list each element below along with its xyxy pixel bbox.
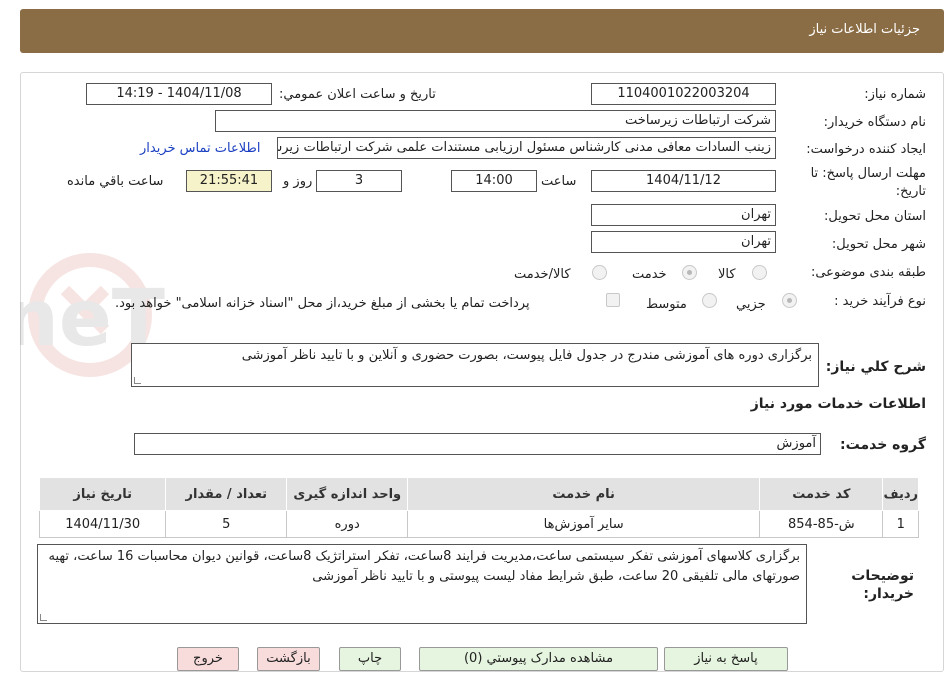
buyer-notes-label: توضیحات — [851, 568, 914, 584]
need-number-field: 1104001022003204 — [591, 83, 776, 105]
process-radio-medium[interactable] — [702, 293, 717, 308]
print-button[interactable]: چاپ — [339, 647, 401, 671]
creator-field: زینب السادات معافی مدنی کارشناس مسئول ار… — [277, 137, 776, 159]
table-row: 1 ش-85-854 سایر آموزش‌ها دوره 5 1404/11/… — [38, 510, 919, 538]
remaining-time-label: ساعت باقي مانده — [67, 174, 164, 189]
need-number-label: شماره نیاز: — [864, 87, 926, 102]
buyer-org-label: نام دستگاه خریدار: — [823, 115, 926, 130]
back-button[interactable]: بازگشت — [257, 647, 320, 671]
resize-grip-icon[interactable] — [134, 377, 141, 384]
cell-service-code: ش-85-854 — [759, 510, 884, 538]
reply-button[interactable]: پاسخ به نیاز — [664, 647, 788, 671]
treasury-payment-note: پرداخت تمام یا بخشی از مبلغ خرید،از محل … — [115, 296, 530, 311]
cell-unit: دوره — [286, 510, 409, 538]
description-textarea[interactable]: برگزاری دوره های آموزشی مندرج در جدول فا… — [131, 343, 819, 387]
process-option-medium: متوسط — [646, 297, 687, 312]
city-field: تهران — [591, 231, 776, 253]
col-header-service-code: کد خدمت — [759, 477, 884, 511]
cell-row-number: 1 — [882, 510, 919, 538]
announce-date-field: 1404/11/08 - 14:19 — [86, 83, 272, 105]
col-header-service-name: نام خدمت — [407, 477, 761, 511]
deadline-time-label: ساعت — [541, 174, 577, 189]
deadline-label-date: تاریخ: — [895, 184, 926, 199]
table-header-row: ردیف کد خدمت نام خدمت واحد اندازه گیری ت… — [38, 477, 919, 511]
days-label: روز و — [283, 174, 313, 189]
cell-need-date: 1404/11/30 — [38, 510, 167, 538]
page-header: جزئیات اطلاعات نیاز — [20, 9, 944, 53]
days-field: 3 — [316, 170, 402, 192]
services-section-title: اطلاعات خدمات مورد نیاز — [750, 396, 926, 412]
announce-label: تاریخ و ساعت اعلان عمومي: — [279, 87, 436, 102]
service-group-label: گروه خدمت: — [840, 437, 926, 453]
category-option-goods: کالا — [718, 267, 736, 282]
page-title: جزئیات اطلاعات نیاز — [809, 22, 920, 37]
deadline-time-field: 14:00 — [451, 170, 537, 192]
col-header-quantity: تعداد / مقدار — [165, 477, 288, 511]
category-radio-goods-service[interactable] — [592, 265, 607, 280]
category-option-service: خدمت — [632, 267, 667, 282]
cell-service-name: سایر آموزش‌ها — [407, 510, 761, 538]
province-label: استان محل تحویل: — [824, 209, 926, 224]
buyer-contact-link[interactable]: اطلاعات تماس خریدار — [140, 141, 260, 156]
resize-grip-icon[interactable] — [40, 614, 47, 621]
cell-quantity: 5 — [165, 510, 288, 538]
view-attachments-button[interactable]: مشاهده مدارک پیوستي (0) — [419, 647, 658, 671]
category-radio-service[interactable] — [682, 265, 697, 280]
buyer-org-field: شرکت ارتباطات زیرساخت — [215, 110, 776, 132]
buyer-notes-label-2: خریدار: — [863, 586, 914, 602]
process-radio-minor[interactable] — [782, 293, 797, 308]
treasury-payment-checkbox[interactable] — [606, 293, 620, 307]
category-radio-goods[interactable] — [752, 265, 767, 280]
col-header-unit: واحد اندازه گیری — [286, 477, 409, 511]
remaining-time-field: 21:55:41 — [186, 170, 272, 192]
city-label: شهر محل تحویل: — [831, 237, 926, 252]
deadline-label: مهلت ارسال پاسخ: تا — [810, 166, 926, 181]
col-header-row-number: ردیف — [882, 477, 919, 511]
description-text: برگزاری دوره های آموزشی مندرج در جدول فا… — [241, 348, 812, 363]
process-option-minor: جزيي — [736, 297, 766, 312]
province-field: تهران — [591, 204, 776, 226]
process-type-label: نوع فرآیند خرید : — [834, 294, 926, 309]
buyer-notes-text: برگزاری کلاسهای آموزشی تفکر سیستمی ساعت،… — [48, 549, 800, 584]
deadline-date-field: 1404/11/12 — [591, 170, 776, 192]
category-label: طبقه بندی موضوعی: — [810, 265, 926, 280]
service-group-field: آموزش — [134, 433, 821, 455]
category-option-goods-service: کالا/خدمت — [514, 267, 571, 282]
buyer-notes-textarea[interactable]: برگزاری کلاسهای آموزشی تفکر سیستمی ساعت،… — [37, 544, 807, 624]
col-header-need-date: تاریخ نیاز — [38, 477, 167, 511]
creator-label: ایجاد کننده درخواست: — [806, 142, 926, 157]
description-label: شرح کلي نیاز: — [825, 359, 926, 375]
services-table: ردیف کد خدمت نام خدمت واحد اندازه گیری ت… — [38, 477, 919, 538]
exit-button[interactable]: خروج — [177, 647, 239, 671]
